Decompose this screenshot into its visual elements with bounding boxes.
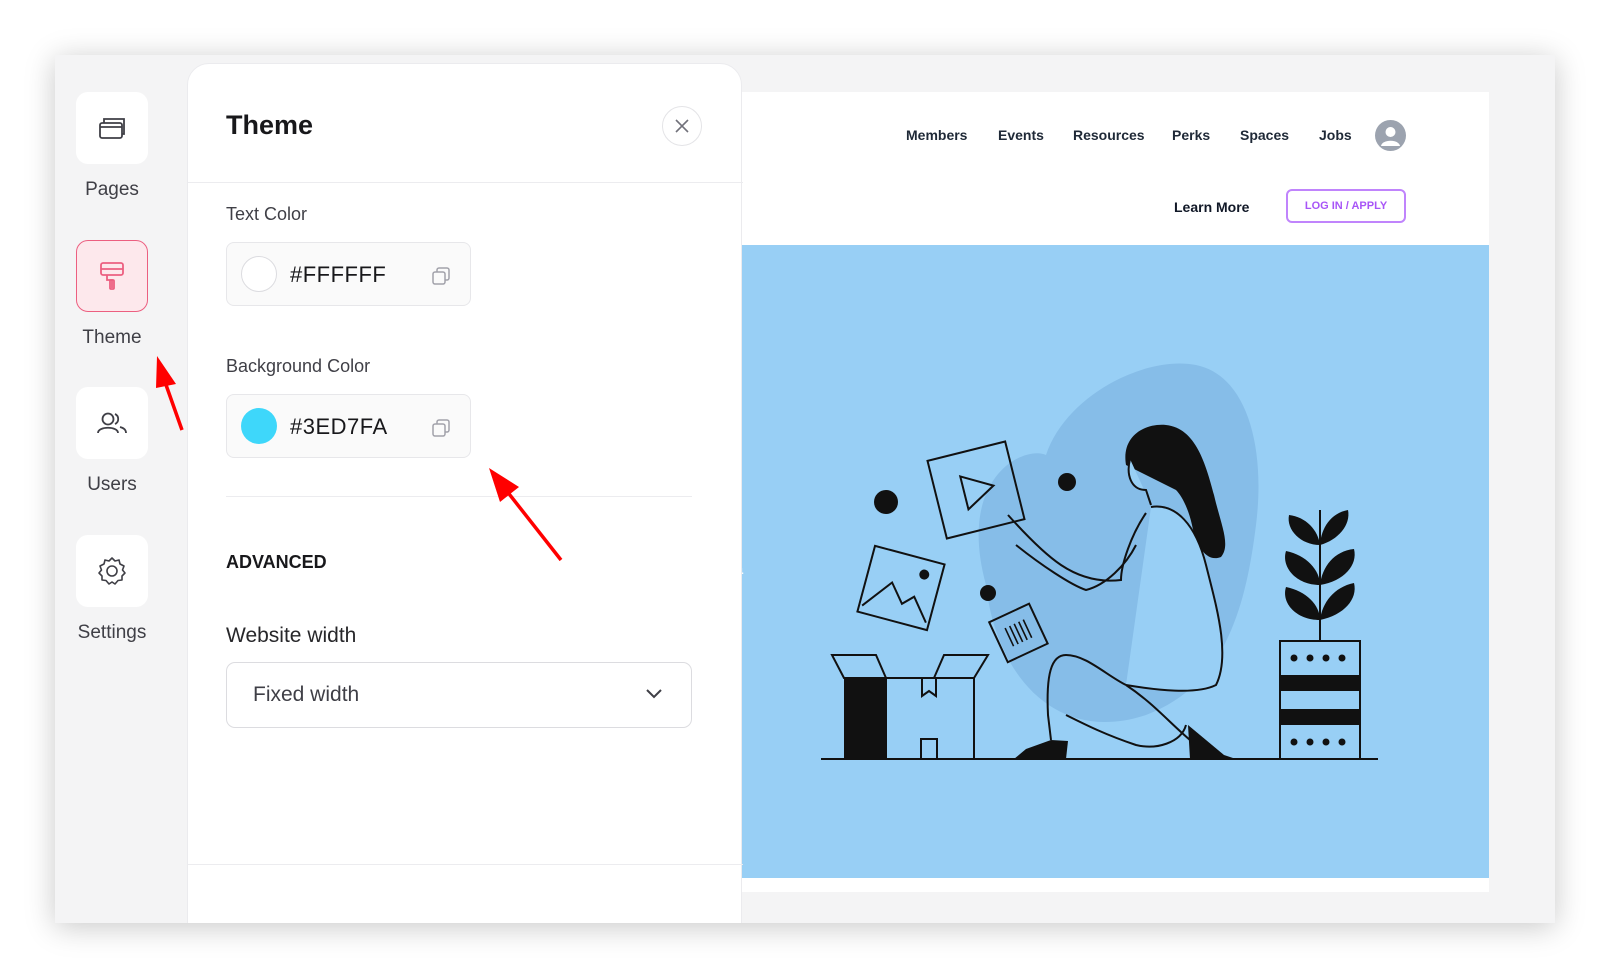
learn-more-link[interactable]: Learn More [1174, 199, 1249, 215]
theme-panel: Theme Text Color #FFFFFF Background Colo… [187, 63, 743, 923]
text-color-label: Text Color [226, 204, 308, 224]
hero-illustration [821, 363, 1378, 760]
background-color-value[interactable]: #3ED7FA [290, 414, 388, 440]
background-color-field[interactable]: #3ED7FA [226, 394, 471, 458]
nav-link-perks[interactable]: Perks [1172, 127, 1210, 143]
copy-icon[interactable] [432, 267, 450, 285]
website-width-value: Fixed width [253, 683, 360, 706]
text-color-value[interactable]: #FFFFFF [290, 262, 386, 288]
settings-tile[interactable] [76, 535, 148, 607]
theme-tile[interactable] [76, 240, 148, 312]
users-icon [97, 412, 127, 434]
sidebar-item-label: Pages [85, 179, 139, 200]
sidebar-item-theme[interactable]: Theme [76, 240, 148, 349]
nav-link-spaces[interactable]: Spaces [1240, 127, 1289, 143]
background-color-label: Background Color [226, 356, 371, 376]
sidebar-item-label: Users [87, 474, 137, 495]
app-window: Pages Theme Users Settings Members Event… [55, 55, 1555, 923]
chevron-down-icon [646, 689, 662, 699]
preview-nav: Members Events Resources Perks Spaces Jo… [726, 120, 1489, 151]
nav-link-jobs[interactable]: Jobs [1319, 127, 1352, 143]
website-width-label: Website width [226, 624, 357, 647]
copy-icon[interactable] [432, 419, 450, 437]
avatar[interactable] [1375, 120, 1406, 151]
login-apply-button[interactable]: LOG IN / APPLY [1286, 189, 1406, 223]
sidebar-item-label: Settings [77, 622, 147, 643]
users-tile[interactable] [76, 387, 148, 459]
sidebar-item-pages[interactable]: Pages [76, 92, 148, 201]
hero-section: o a [726, 245, 1489, 878]
close-icon [675, 119, 689, 133]
nav-link-resources[interactable]: Resources [1073, 127, 1145, 143]
sidebar-item-users[interactable]: Users [76, 387, 148, 496]
website-width-select[interactable]: Fixed width [226, 662, 692, 728]
pages-icon [99, 118, 125, 139]
nav-link-members[interactable]: Members [906, 127, 967, 143]
paint-roller-icon [100, 262, 124, 290]
nav-link-events[interactable]: Events [998, 127, 1044, 143]
pages-tile[interactable] [76, 92, 148, 164]
header-divider [188, 182, 743, 183]
user-avatar-icon [1381, 127, 1400, 146]
close-button[interactable] [662, 106, 702, 146]
advanced-heading: ADVANCED [226, 552, 327, 572]
background-color-swatch[interactable] [241, 408, 277, 444]
gear-icon [98, 557, 126, 585]
website-preview: Members Events Resources Perks Spaces Jo… [726, 92, 1489, 892]
text-color-swatch[interactable] [241, 256, 277, 292]
sidebar-item-label: Theme [82, 327, 142, 348]
sidebar: Pages Theme Users Settings [55, 55, 187, 923]
panel-footer-divider [188, 864, 743, 865]
section-divider [226, 496, 692, 497]
sidebar-item-settings[interactable]: Settings [76, 535, 148, 644]
panel-title: Theme [226, 110, 314, 140]
text-color-field[interactable]: #FFFFFF [226, 242, 471, 306]
